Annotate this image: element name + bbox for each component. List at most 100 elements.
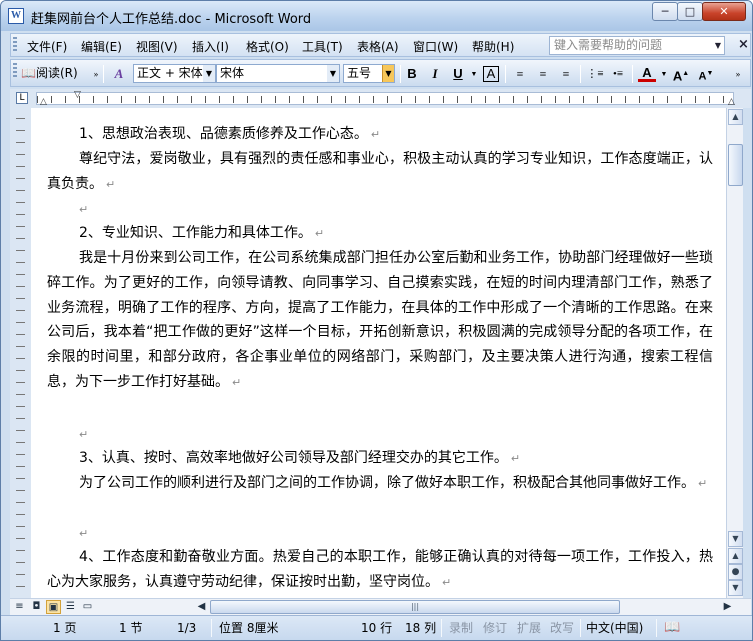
menu-file[interactable]: 文件(F)	[27, 38, 67, 55]
status-record[interactable]: 录制	[449, 616, 473, 640]
document-paragraph: 我是十月份来到公司工作，在公司系统集成部门担任办公室后勤和业务工作，协助部门经理…	[47, 250, 713, 390]
font-select[interactable]: 宋体 ▼	[216, 64, 340, 83]
print-layout-view-icon[interactable]: ▣	[46, 600, 61, 614]
menu-bar: 文件(F) 编辑(E) 视图(V) 插入(I) 格式(O) 工具(T) 表格(A…	[10, 33, 751, 57]
paragraph-mark: ↵	[79, 527, 89, 540]
select-browse-object-icon[interactable]: ●	[728, 564, 743, 580]
toolbar-grip[interactable]	[13, 63, 17, 79]
paragraph-mark: ↵	[314, 227, 325, 240]
reading-view-icon[interactable]: ▭	[80, 600, 95, 614]
toolbar-separator	[580, 65, 581, 83]
scroll-down-icon[interactable]: ▼	[728, 531, 743, 547]
font-color-dropdown-icon[interactable]: ▼	[655, 65, 673, 83]
paragraph-mark: ↵	[698, 477, 708, 490]
vertical-ruler[interactable]	[10, 108, 31, 598]
toolbar-separator	[400, 65, 401, 83]
paragraph-mark: ↵	[79, 203, 89, 216]
status-column: 18 列	[405, 621, 437, 635]
paragraph-mark: ↵	[370, 128, 381, 141]
scroll-up-icon[interactable]: ▲	[728, 109, 743, 125]
underline-dropdown-icon[interactable]: ▼	[465, 65, 483, 83]
web-layout-view-icon[interactable]: ◘	[29, 600, 44, 614]
bulleted-list-icon[interactable]: •≡	[609, 65, 627, 83]
document-paragraph: 为了公司工作的顺利进行及部门之间的工作协调，除了做好本职工作，积极配合其他同事做…	[79, 475, 708, 491]
menubar-grip[interactable]	[13, 37, 17, 53]
font-color-button[interactable]: A	[638, 65, 656, 82]
scroll-left-icon[interactable]: ◀	[194, 600, 209, 614]
document-paragraph: 3、认真、按时、高效率地做好公司领导及部门经理交办的其它工作。 ↵	[79, 450, 521, 466]
font-size-select[interactable]: 五号 ▼	[343, 64, 395, 83]
document-paragraph: 4、工作态度和勤奋敬业方面。热爱自己的本职工作，能够正确认真的对待每一项工作，工…	[47, 549, 713, 590]
maximize-button[interactable]: □	[677, 2, 703, 21]
horizontal-ruler[interactable]: L ▽ △ △	[10, 89, 751, 108]
menu-view[interactable]: 视图(V)	[136, 38, 178, 55]
status-section: 1 节	[119, 621, 143, 635]
style-select[interactable]: 正文 + 宋体 ▼	[133, 64, 216, 83]
character-border-button[interactable]: A	[483, 66, 499, 82]
italic-button[interactable]: I	[426, 65, 444, 83]
toolbar-separator	[505, 65, 506, 83]
document-paragraph: 2、专业知识、工作能力和具体工作。 ↵	[79, 225, 325, 241]
status-line: 10 行	[361, 621, 393, 635]
bold-button[interactable]: B	[403, 65, 421, 83]
document-paragraph: 尊纪守法，爱岗敬业，具有强烈的责任感和事业心，积极主动认真的学习专业知识，工作态…	[47, 151, 713, 192]
formatting-toolbar: 📖阅读(R) » A 正文 + 宋体 ▼ 宋体 ▼ 五号 ▼ B I U ▼ A ≡ …	[10, 59, 751, 87]
close-button[interactable]: ✕	[702, 2, 746, 21]
style-dropdown-icon[interactable]: ▼	[203, 65, 215, 82]
styles-pane-icon[interactable]: A	[110, 65, 128, 83]
first-line-indent-marker-icon[interactable]: ▽	[74, 90, 81, 100]
tab-stop-selector-icon[interactable]: L	[16, 92, 28, 104]
vertical-scroll-thumb[interactable]	[728, 144, 743, 186]
normal-view-icon[interactable]: ≡	[12, 600, 27, 614]
scroll-right-icon[interactable]: ▶	[720, 600, 735, 614]
outline-view-icon[interactable]: ☰	[63, 600, 78, 614]
vertical-scrollbar[interactable]: ▲ ▼ ▲ ● ▼	[726, 108, 743, 598]
horizontal-scroll-thumb[interactable]: |||	[210, 600, 620, 614]
window-title: 赶集网前台个人工作总结.doc - Microsoft Word	[31, 12, 312, 27]
document-close-icon[interactable]: ×	[738, 37, 749, 52]
title-bar[interactable]: W 赶集网前台个人工作总结.doc - Microsoft Word ─ □ ✕	[1, 1, 752, 31]
menu-window[interactable]: 窗口(W)	[413, 38, 458, 55]
menu-tools[interactable]: 工具(T)	[302, 38, 343, 55]
help-dropdown-arrow-icon[interactable]: ▼	[711, 36, 725, 55]
font-size-dropdown-icon[interactable]: ▼	[382, 65, 394, 82]
status-position: 位置 8厘米	[219, 621, 279, 635]
menu-help[interactable]: 帮助(H)	[472, 38, 514, 55]
word-doc-icon[interactable]: W	[8, 8, 24, 24]
horizontal-scrollbar[interactable]: ≡ ◘ ▣ ☰ ▭ ◀ ||| ▶	[10, 598, 751, 615]
left-indent-marker-icon[interactable]: △	[40, 97, 47, 107]
status-track-changes[interactable]: 修订	[483, 616, 507, 640]
align-justify-icon[interactable]: ≡	[511, 65, 529, 83]
paragraph-mark: ↵	[106, 177, 116, 191]
status-language[interactable]: 中文(中国)	[586, 616, 643, 640]
status-page: 1 页	[53, 621, 77, 635]
menu-edit[interactable]: 编辑(E)	[81, 38, 122, 55]
spelling-check-icon[interactable]: 📖	[664, 616, 680, 640]
next-page-icon[interactable]: ▼	[728, 580, 743, 596]
paragraph-mark: ↵	[442, 575, 452, 589]
grow-font-button[interactable]: A▲	[672, 65, 690, 83]
paragraph-mark: ↵	[79, 428, 89, 441]
reading-layout-button[interactable]: 📖阅读(R)	[21, 63, 78, 84]
align-right-icon[interactable]: ≡	[557, 65, 575, 83]
word-window: W 赶集网前台个人工作总结.doc - Microsoft Word ─ □ ✕…	[0, 0, 753, 641]
document-page[interactable]: 1、思想政治表现、品德素质修养及工作心态。 ↵ 尊纪守法，爱岗敬业，具有强烈的责任…	[31, 108, 726, 598]
align-center-icon[interactable]: ≡	[534, 65, 552, 83]
book-icon: 📖	[21, 66, 36, 80]
status-extend[interactable]: 扩展	[517, 616, 541, 640]
minimize-button[interactable]: ─	[652, 2, 678, 21]
menu-insert[interactable]: 插入(I)	[192, 38, 229, 55]
previous-page-icon[interactable]: ▲	[728, 548, 743, 564]
numbered-list-icon[interactable]: ⋮≡	[586, 65, 604, 83]
reading-label: 阅读(R)	[35, 66, 78, 80]
status-overtype[interactable]: 改写	[550, 616, 574, 640]
help-search-input[interactable]: 键入需要帮助的问题	[549, 36, 725, 55]
shrink-font-button[interactable]: A▼	[697, 65, 715, 83]
status-page-of: 1/3	[177, 621, 197, 635]
right-indent-marker-icon[interactable]: △	[728, 97, 735, 107]
menu-table[interactable]: 表格(A)	[357, 38, 399, 55]
toolbar-overflow-icon[interactable]: »	[729, 65, 747, 83]
font-dropdown-icon[interactable]: ▼	[327, 65, 339, 82]
paragraph-mark: ↵	[510, 452, 521, 465]
menu-format[interactable]: 格式(O)	[246, 38, 289, 55]
